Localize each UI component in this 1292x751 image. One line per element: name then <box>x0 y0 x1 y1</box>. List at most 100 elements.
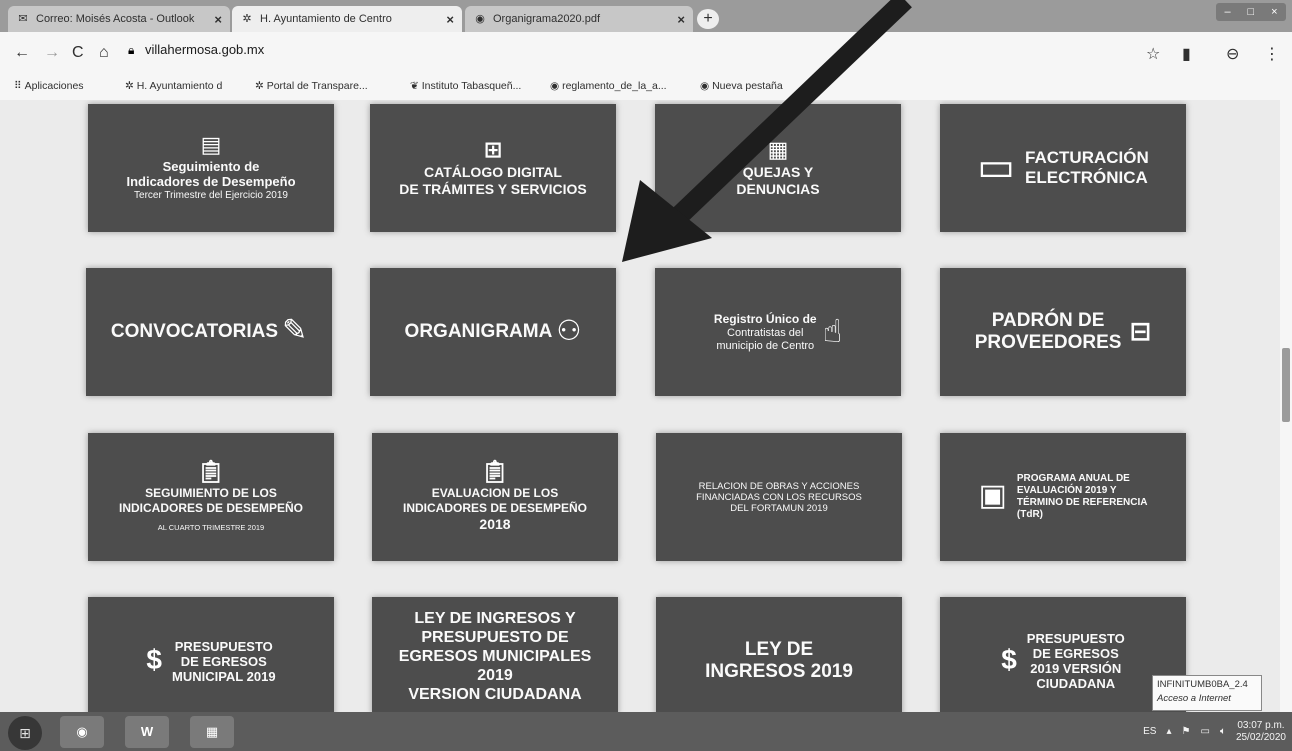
new-tab-button[interactable]: + <box>697 9 719 29</box>
globe-icon: ◉ <box>550 80 563 92</box>
forward-button[interactable]: → <box>44 44 60 62</box>
explorer-taskbar-button[interactable]: ▦ <box>190 716 234 748</box>
tab-strip: ✉ Correo: Moisés Acosta - Outlook × ✲ H.… <box>0 0 1292 32</box>
clock[interactable]: 03:07 p.m. 25/02/2020 <box>1236 720 1286 744</box>
palm-icon: ✲ <box>255 80 267 92</box>
window-controls: – □ × <box>1216 3 1286 21</box>
bookmark-portal-transparencia[interactable]: ✲ Portal de Transpare... <box>255 80 368 92</box>
tile-line: Indicadores de Desempeño <box>126 174 296 189</box>
tab-label: Organigrama2020.pdf <box>493 13 601 25</box>
volume-icon[interactable]: 🔈︎ <box>1220 726 1226 737</box>
computer-icon: ▭ <box>977 144 1016 189</box>
tile-line: FACTURACIÓN <box>1025 148 1149 167</box>
tile-line: CATÁLOGO DIGITAL <box>424 163 562 180</box>
home-button[interactable]: ⌂ <box>99 44 109 62</box>
tile-line: EGRESOS MUNICIPALES <box>398 647 592 665</box>
tile-relacion-obras-fortamun[interactable]: RELACION DE OBRAS Y ACCIONES FINANCIADAS… <box>656 433 902 561</box>
bookmark-ayuntamiento[interactable]: ✲ H. Ayuntamiento d <box>125 80 222 92</box>
tile-line: INGRESOS 2019 <box>705 661 853 682</box>
tile-presupuesto-egresos-ciudadana[interactable]: $ PRESUPUESTO DE EGRESOS 2019 VERSIÓN CI… <box>940 597 1186 712</box>
tile-line: 2019 VERSIÓN <box>1030 661 1122 676</box>
tile-line: DE EGRESOS <box>180 653 267 669</box>
leaf-icon: ❦ <box>410 80 422 92</box>
tile-line: RELACION DE OBRAS Y ACCIONES <box>698 480 860 492</box>
globe-icon: ◉ <box>700 80 713 92</box>
tile-presupuesto-egresos-2019[interactable]: $ PRESUPUESTO DE EGRESOS MUNICIPAL 2019 <box>88 597 334 712</box>
tile-line: 2018 <box>479 516 511 532</box>
tile-line: VERSION CIUDADANA <box>408 685 582 703</box>
tile-line: DEL FORTAMUN 2019 <box>730 502 828 514</box>
minimize-button[interactable]: – <box>1224 6 1230 18</box>
close-tab-icon[interactable]: × <box>446 12 454 27</box>
tile-line: SEGUIMIENTO DE LOS <box>145 486 277 500</box>
extension-icon[interactable]: ▮ <box>1182 44 1191 64</box>
tile-convocatorias[interactable]: CONVOCATORIAS ✎ <box>86 268 332 396</box>
start-button[interactable]: ⊞ <box>8 716 42 750</box>
bookmark-label: Portal de Transpare... <box>266 80 368 92</box>
bookmark-label: Aplicaciones <box>24 80 84 92</box>
tile-padron-proveedores[interactable]: PADRÓN DE PROVEEDORES ⊟ <box>940 268 1186 396</box>
tile-seguimiento-indicadores-cuarto-trimestre[interactable]: 📋︎ SEGUIMIENTO DE LOS INDICADORES DE DES… <box>88 433 334 561</box>
document-pen-icon: ✎ <box>282 313 308 347</box>
tile-line: ORGANIGRAMA <box>404 321 553 342</box>
tile-registro-unico-contratistas[interactable]: Registro Único de Contratistas del munic… <box>655 268 901 396</box>
menu-icon[interactable]: ⋮ <box>1264 44 1280 64</box>
bookmark-apps[interactable]: ⠿ Aplicaciones <box>14 80 84 92</box>
tile-line: EVALUACIÓN 2019 Y <box>1016 485 1117 496</box>
tile-catalogo-digital[interactable]: ⊞ CATÁLOGO DIGITAL DE TRÁMITES Y SERVICI… <box>370 104 616 232</box>
bookmark-nueva-pestana[interactable]: ◉ Nueva pestaña <box>700 80 783 92</box>
tile-line: Seguimiento de <box>162 159 260 174</box>
bookmark-label: H. Ayuntamiento d <box>136 80 223 92</box>
palm-icon: ✲ <box>125 80 137 92</box>
tab-label: Correo: Moisés Acosta - Outlook <box>36 13 195 25</box>
reload-button[interactable]: C <box>72 44 84 62</box>
bookmark-reglamento[interactable]: ◉ reglamento_de_la_a... <box>550 80 667 92</box>
bookmark-star-icon[interactable]: ☆ <box>1146 44 1160 64</box>
tile-ley-ingresos-2019[interactable]: LEY DE INGRESOS 2019 <box>656 597 902 712</box>
tile-seguimiento-indicadores-2019[interactable]: ▤ Seguimiento de Indicadores de Desempeñ… <box>88 104 334 232</box>
checklist-search-icon: ▣ <box>978 478 1007 512</box>
maximize-button[interactable]: □ <box>1248 6 1255 18</box>
tile-line: FINANCIADAS CON LOS RECURSOS <box>696 491 862 503</box>
tab-organigrama-pdf[interactable]: ◉ Organigrama2020.pdf × <box>465 6 693 32</box>
taskbar: ◉ W ▦ <box>0 712 1292 751</box>
tile-quejas-denuncias[interactable]: ▦ QUEJAS Y DENUNCIAS <box>655 104 901 232</box>
tile-facturacion-electronica[interactable]: ▭ FACTURACIÓN ELECTRÓNICA <box>940 104 1186 232</box>
tile-line: MUNICIPAL 2019 <box>172 668 276 684</box>
network-icon[interactable]: ▭ <box>1200 726 1209 737</box>
hand-pointer-icon: ☝ <box>822 312 843 349</box>
tile-ley-ingresos-presupuesto-ciudadana[interactable]: LEY DE INGRESOS Y PRESUPUESTO DE EGRESOS… <box>372 597 618 712</box>
vertical-scrollbar[interactable] <box>1280 100 1292 712</box>
tile-programa-anual-evaluacion[interactable]: ▣ PROGRAMA ANUAL DE EVALUACIÓN 2019 Y TÉ… <box>940 433 1186 561</box>
tile-evaluacion-indicadores-2018[interactable]: 📋︎ EVALUACION DE LOS INDICADORES DE DESE… <box>372 433 618 561</box>
tile-line: 2019 <box>477 666 513 684</box>
close-tab-icon[interactable]: × <box>214 12 222 27</box>
page-content: ▤ Seguimiento de Indicadores de Desempeñ… <box>0 100 1280 712</box>
tab-outlook[interactable]: ✉ Correo: Moisés Acosta - Outlook × <box>8 6 230 32</box>
tile-line: CIUDADANA <box>1036 676 1116 691</box>
flag-icon[interactable]: ⚑ <box>1182 726 1191 737</box>
address-bar[interactable]: villahermosa.gob.mx <box>145 42 264 57</box>
box-hand-icon: ⊟ <box>1129 315 1152 346</box>
tile-line: AL CUARTO TRIMESTRE 2019 <box>157 523 265 532</box>
tile-line: INDICADORES DE DESEMPEÑO <box>118 501 304 515</box>
scrollbar-thumb[interactable] <box>1282 348 1290 422</box>
network-name: INFINITUMB0BA_2.4 <box>1157 679 1248 690</box>
close-window-button[interactable]: × <box>1271 6 1277 18</box>
language-indicator[interactable]: ES <box>1143 726 1156 737</box>
close-tab-icon[interactable]: × <box>677 12 685 27</box>
tile-line: DENUNCIAS <box>736 180 820 197</box>
tab-ayuntamiento[interactable]: ✲ H. Ayuntamiento de Centro × <box>232 6 462 32</box>
word-taskbar-button[interactable]: W <box>125 716 169 748</box>
tile-line: Contratistas del <box>727 326 804 339</box>
back-button[interactable]: ← <box>14 44 30 62</box>
bookmark-instituto[interactable]: ❦ Instituto Tabasqueñ... <box>410 80 521 92</box>
palm-icon: ✲ <box>242 13 252 25</box>
network-status: Acceso a Internet <box>1157 693 1231 704</box>
globe-icon: ◉ <box>475 13 485 25</box>
tab-label: H. Ayuntamiento de Centro <box>260 13 392 25</box>
tile-organigrama[interactable]: ORGANIGRAMA ⚇ <box>370 268 616 396</box>
account-icon[interactable]: ⊖ <box>1226 44 1239 64</box>
chrome-taskbar-button[interactable]: ◉ <box>60 716 104 748</box>
tray-expand-icon[interactable]: ▴ <box>1166 726 1171 737</box>
